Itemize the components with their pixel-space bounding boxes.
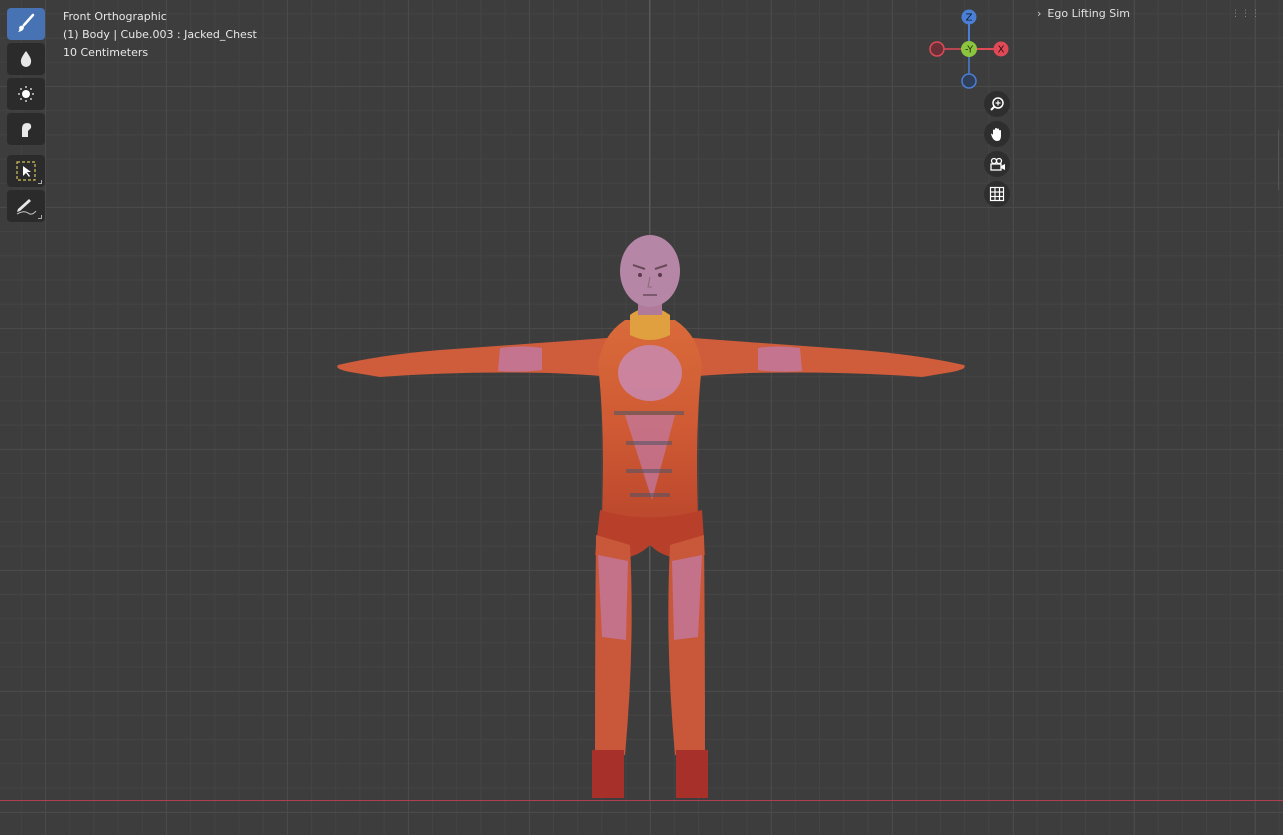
- annotate-tool[interactable]: [7, 190, 45, 222]
- left-arm: [337, 337, 620, 377]
- select-box-icon: [16, 161, 36, 181]
- left-boot: [592, 750, 624, 798]
- right-arm: [680, 337, 965, 377]
- viewport-info: Front Orthographic (1) Body | Cube.003 :…: [63, 8, 257, 62]
- chest-marking: [618, 345, 682, 401]
- x-label: X: [998, 45, 1005, 56]
- sidebar-edge[interactable]: [1278, 130, 1283, 190]
- character-model[interactable]: [320, 225, 980, 815]
- navigation-gizmo[interactable]: Z X -Y: [925, 6, 1015, 96]
- right-boot: [676, 750, 708, 798]
- scene-collection-header[interactable]: › Ego Lifting Sim ⋮⋮⋮: [1031, 4, 1271, 24]
- pan-button[interactable]: [984, 121, 1010, 147]
- paint-brush-icon: [18, 13, 35, 32]
- zoom-button[interactable]: [984, 91, 1010, 117]
- camera-icon: [990, 157, 1005, 171]
- scene-title: Ego Lifting Sim: [1047, 7, 1131, 20]
- z-label: Z: [966, 13, 973, 24]
- zoom-icon: [990, 97, 1004, 111]
- select-box-tool[interactable]: [7, 155, 45, 187]
- annotate-pencil-icon: [16, 199, 37, 215]
- drag-handle-icon[interactable]: ⋮⋮⋮: [1231, 4, 1261, 24]
- camera-view-button[interactable]: [984, 151, 1010, 177]
- average-tool[interactable]: [7, 78, 45, 110]
- object-info: (1) Body | Cube.003 : Jacked_Chest: [63, 28, 257, 41]
- neg-z-handle: [961, 73, 977, 89]
- head: [620, 235, 680, 307]
- neg-y-label: -Y: [965, 45, 973, 56]
- view-name: Front Orthographic: [63, 10, 167, 23]
- neg-x-handle: [929, 41, 945, 57]
- grid-view-icon: [989, 186, 1005, 202]
- smear-finger-icon: [22, 123, 32, 137]
- blur-drop-icon: [20, 51, 32, 67]
- average-dots-icon: [18, 86, 34, 102]
- toggle-ortho-button[interactable]: [984, 181, 1010, 207]
- tool-options-corner: [38, 180, 42, 184]
- chevron-right-icon[interactable]: ›: [1037, 4, 1041, 24]
- smear-tool[interactable]: [7, 113, 45, 145]
- tool-options-corner: [38, 215, 42, 219]
- pan-hand-icon: [991, 128, 1001, 141]
- grid-scale: 10 Centimeters: [63, 46, 149, 59]
- blur-tool[interactable]: [7, 43, 45, 75]
- paint-brush-tool[interactable]: [7, 8, 45, 40]
- tool-shelf: [7, 8, 45, 225]
